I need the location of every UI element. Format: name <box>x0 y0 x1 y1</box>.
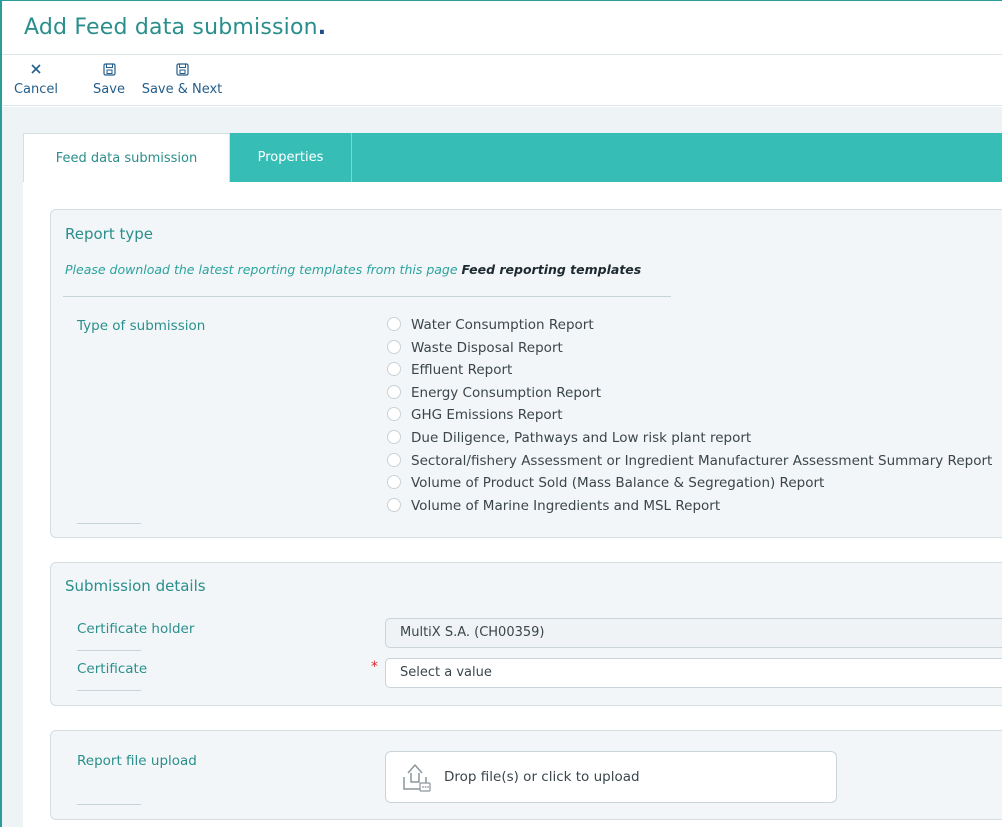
radio-ghg-emissions[interactable]: GHG Emissions Report <box>387 407 992 430</box>
report-upload-card: Report file upload Drop file(s) or click… <box>50 730 1002 820</box>
cancel-button[interactable]: Cancel <box>12 63 60 97</box>
radio-label: Volume of Product Sold (Mass Balance & S… <box>411 475 825 492</box>
cancel-label: Cancel <box>13 82 59 97</box>
radio-circle[interactable] <box>387 407 401 422</box>
tab-properties[interactable]: Properties <box>230 133 352 182</box>
title-bar: Add Feed data submission. <box>2 1 1002 55</box>
save-icon <box>88 63 130 79</box>
page-title: Add Feed data submission. <box>24 15 326 40</box>
close-icon <box>12 63 60 79</box>
radio-due-diligence[interactable]: Due Diligence, Pathways and Low risk pla… <box>387 429 992 453</box>
file-dropzone[interactable]: Drop file(s) or click to upload <box>385 751 837 803</box>
report-type-card: Report type Please download the latest r… <box>50 209 1002 538</box>
field-underline <box>77 690 141 691</box>
radio-label: Effluent Report <box>411 362 513 379</box>
radio-label: Water Consumption Report <box>411 317 594 333</box>
page-title-text: Add Feed data submission <box>24 15 318 40</box>
field-underline <box>77 523 141 524</box>
certificate-holder-label: Certificate holder <box>77 621 195 637</box>
field-underline <box>77 650 141 651</box>
toolbar: Cancel Save Save & Next <box>2 55 1002 106</box>
save-icon <box>137 63 227 79</box>
upload-icon <box>398 761 432 797</box>
radio-volume-product-sold[interactable]: Volume of Product Sold (Mass Balance & S… <box>387 475 992 498</box>
radio-volume-marine-ingredients[interactable]: Volume of Marine Ingredients and MSL Rep… <box>387 497 992 521</box>
radio-label: Waste Disposal Report <box>411 339 563 356</box>
submission-type-radio-group: Water Consumption Report Waste Disposal … <box>387 317 992 520</box>
radio-circle[interactable] <box>387 429 401 444</box>
radio-effluent[interactable]: Effluent Report <box>387 362 992 385</box>
tab-bar: Feed data submission Properties <box>23 133 1002 182</box>
divider <box>63 296 671 297</box>
certificate-holder-field: MultiX S.A. (CH00359) <box>385 618 1002 648</box>
radio-label: Volume of Marine Ingredients and MSL Rep… <box>411 497 721 514</box>
templates-hint: Please download the latest reporting tem… <box>65 262 641 277</box>
type-of-submission-label: Type of submission <box>77 318 206 334</box>
radio-label: GHG Emissions Report <box>411 407 563 424</box>
report-file-upload-label: Report file upload <box>77 753 197 769</box>
save-next-button[interactable]: Save & Next <box>137 63 227 97</box>
save-button[interactable]: Save <box>88 63 130 97</box>
radio-waste-disposal[interactable]: Waste Disposal Report <box>387 339 992 363</box>
radio-circle[interactable] <box>387 339 401 354</box>
field-underline <box>77 804 141 805</box>
radio-energy-consumption[interactable]: Energy Consumption Report <box>387 384 992 408</box>
radio-circle[interactable] <box>387 452 401 467</box>
save-next-label: Save & Next <box>141 82 223 97</box>
page-title-dot: . <box>317 15 327 40</box>
radio-water-consumption[interactable]: Water Consumption Report <box>387 317 992 340</box>
radio-circle[interactable] <box>387 362 401 377</box>
radio-circle[interactable] <box>387 475 401 490</box>
certificate-select[interactable]: Select a value <box>385 658 1002 688</box>
certificate-label: Certificate <box>77 661 148 677</box>
dropzone-text: Drop file(s) or click to upload <box>444 769 640 785</box>
feed-reporting-templates-link[interactable]: Feed reporting templates <box>462 262 642 277</box>
tab-feed-data-submission[interactable]: Feed data submission <box>23 133 230 182</box>
window: Add Feed data submission. Cancel Save Sa… <box>0 0 1002 827</box>
tab-panel: Report type Please download the latest r… <box>23 182 1002 827</box>
templates-hint-text: Please download the latest reporting tem… <box>65 262 462 277</box>
radio-circle[interactable] <box>387 497 401 512</box>
radio-label: Sectoral/fishery Assessment or Ingredien… <box>411 452 993 469</box>
radio-circle[interactable] <box>387 384 401 399</box>
radio-label: Due Diligence, Pathways and Low risk pla… <box>411 429 752 446</box>
submission-details-heading: Submission details <box>65 577 206 595</box>
save-label: Save <box>93 82 125 97</box>
content-area: Feed data submission Properties Report t… <box>2 107 1002 827</box>
radio-label: Energy Consumption Report <box>411 384 602 401</box>
radio-sectoral-fishery[interactable]: Sectoral/fishery Assessment or Ingredien… <box>387 452 993 476</box>
submission-details-card: Submission details Certificate holder Mu… <box>50 562 1002 706</box>
radio-circle[interactable] <box>387 317 401 331</box>
required-indicator: * <box>371 659 378 675</box>
report-type-heading: Report type <box>65 225 154 243</box>
